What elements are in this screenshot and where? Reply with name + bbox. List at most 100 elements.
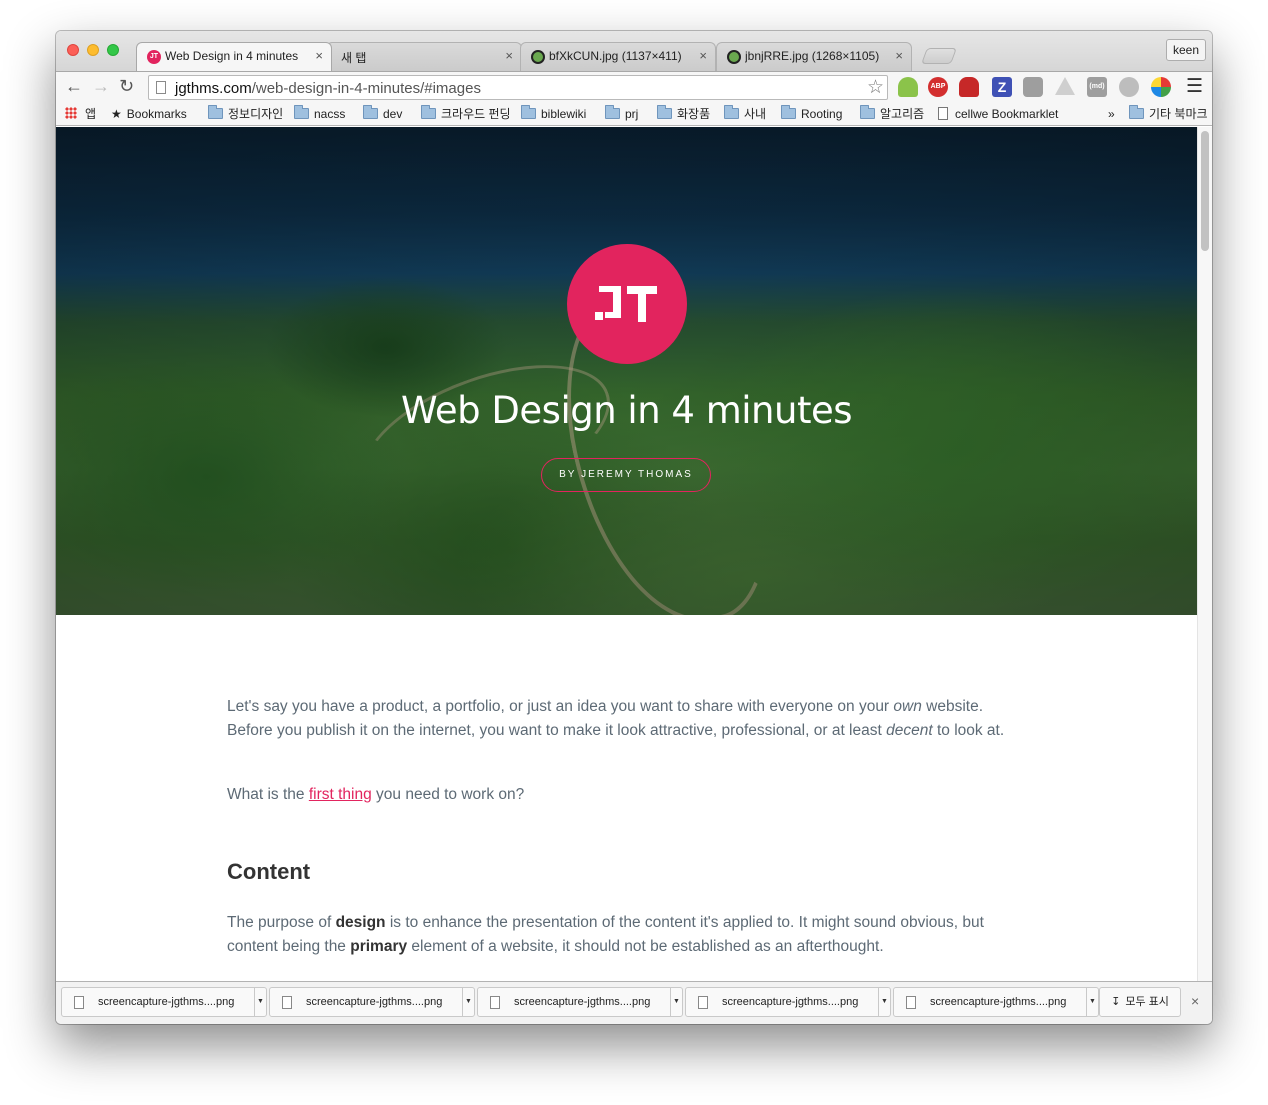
folder-icon bbox=[363, 105, 378, 119]
folder-icon bbox=[724, 105, 739, 119]
close-tab-icon[interactable]: × bbox=[699, 48, 707, 63]
jt-logo[interactable] bbox=[567, 244, 687, 364]
download-filename: screencapture-jgthms....png bbox=[514, 996, 651, 1008]
download-item[interactable]: screencapture-jgthms....png ▼ bbox=[61, 987, 267, 1017]
first-thing-link[interactable]: first thing bbox=[309, 786, 372, 803]
folder-icon bbox=[657, 105, 672, 119]
bookmark-folder[interactable]: 화장품 bbox=[657, 105, 710, 122]
download-icon: ↧ bbox=[1111, 996, 1121, 1008]
close-shelf-icon[interactable]: × bbox=[1191, 993, 1199, 1009]
tab-jbnjrre[interactable]: jbnjRRE.jpg (1268×1105) × bbox=[716, 42, 912, 71]
bookmark-bookmarks[interactable]: ★ Bookmarks bbox=[111, 106, 187, 122]
file-icon bbox=[74, 996, 84, 1009]
bookmark-folder[interactable]: biblewiki bbox=[521, 105, 586, 122]
android-icon[interactable] bbox=[898, 77, 918, 97]
page-icon bbox=[156, 81, 166, 94]
bookmark-apps[interactable]: 앱 bbox=[65, 106, 96, 122]
jt-favicon-icon: JT bbox=[147, 50, 161, 64]
bookmark-folder[interactable]: Rooting bbox=[781, 105, 842, 122]
author-byline-button[interactable]: BY JEREMY THOMAS bbox=[541, 458, 711, 492]
download-item[interactable]: screencapture-jgthms....png ▼ bbox=[685, 987, 891, 1017]
folder-icon bbox=[1129, 105, 1144, 119]
dropdown-caret-icon[interactable]: ▼ bbox=[254, 988, 266, 1016]
back-arrow-icon[interactable]: ← bbox=[65, 76, 83, 97]
folder-icon bbox=[605, 105, 620, 119]
z-icon[interactable]: Z bbox=[992, 77, 1012, 97]
file-icon bbox=[282, 996, 292, 1009]
file-icon bbox=[698, 996, 708, 1009]
apps-grid-icon bbox=[65, 107, 77, 119]
forward-arrow-icon[interactable]: → bbox=[92, 76, 110, 97]
image-favicon-icon bbox=[727, 50, 741, 64]
tab-new-tab[interactable]: 새 탭 × bbox=[326, 42, 522, 71]
sofa-icon[interactable] bbox=[959, 77, 979, 97]
bookmark-folder[interactable]: 정보디자인 bbox=[208, 105, 283, 122]
file-icon bbox=[490, 996, 500, 1009]
reload-icon[interactable]: ↻ bbox=[119, 76, 134, 97]
bookmark-folder[interactable]: 크라우드 펀딩 bbox=[421, 105, 511, 122]
bookmark-folder[interactable]: nacss bbox=[294, 105, 345, 122]
image-favicon-icon bbox=[531, 50, 545, 64]
folder-icon bbox=[521, 105, 536, 119]
download-filename: screencapture-jgthms....png bbox=[930, 996, 1067, 1008]
minimize-window-button[interactable] bbox=[87, 44, 99, 56]
tab-title: bfXkCUN.jpg (1137×411) bbox=[549, 49, 682, 63]
bookmark-folder[interactable]: prj bbox=[605, 105, 638, 122]
dropdown-caret-icon[interactable]: ▼ bbox=[670, 988, 682, 1016]
show-all-downloads-button[interactable]: ↧ 모두 표시 bbox=[1099, 987, 1181, 1017]
dropdown-caret-icon[interactable]: ▼ bbox=[1086, 988, 1098, 1016]
download-filename: screencapture-jgthms....png bbox=[722, 996, 859, 1008]
dropdown-caret-icon[interactable]: ▼ bbox=[878, 988, 890, 1016]
file-icon bbox=[906, 996, 916, 1009]
tab-title: Web Design in 4 minutes bbox=[165, 49, 299, 63]
bookmark-folder[interactable]: dev bbox=[363, 105, 402, 122]
tab-title: 새 탭 bbox=[341, 51, 367, 65]
page-viewport: Web Design in 4 minutes BY JEREMY THOMAS… bbox=[56, 127, 1197, 981]
browser-window: JT Web Design in 4 minutes × 새 탭 × bfXkC… bbox=[56, 31, 1212, 1024]
close-tab-icon[interactable]: × bbox=[895, 48, 903, 63]
maximize-window-button[interactable] bbox=[107, 44, 119, 56]
pinwheel-icon[interactable] bbox=[1151, 77, 1171, 97]
download-item[interactable]: screencapture-jgthms....png ▼ bbox=[893, 987, 1099, 1017]
jt-logo-mark bbox=[595, 286, 657, 322]
folder-icon bbox=[781, 105, 796, 119]
download-filename: screencapture-jgthms....png bbox=[98, 996, 235, 1008]
scrollbar-thumb[interactable] bbox=[1201, 131, 1209, 251]
bookmarks-overflow[interactable]: » bbox=[1108, 106, 1115, 122]
folder-icon bbox=[208, 105, 223, 119]
section-heading: Content bbox=[227, 859, 311, 884]
dropdown-caret-icon[interactable]: ▼ bbox=[462, 988, 474, 1016]
camera-icon[interactable] bbox=[1023, 77, 1043, 97]
folder-icon bbox=[421, 105, 436, 119]
bookmarks-bar: 앱 ★ Bookmarks 정보디자인 nacss dev 크라우드 펀딩 bib… bbox=[56, 103, 1212, 126]
download-item[interactable]: screencapture-jgthms....png ▼ bbox=[477, 987, 683, 1017]
tab-web-design[interactable]: JT Web Design in 4 minutes × bbox=[136, 42, 332, 71]
bookmark-other[interactable]: 기타 북마크 bbox=[1129, 105, 1208, 122]
intro-paragraph: Let's say you have a product, a portfoli… bbox=[227, 698, 1005, 739]
new-tab-button[interactable] bbox=[921, 48, 957, 64]
tab-strip: JT Web Design in 4 minutes × 새 탭 × bfXkC… bbox=[56, 31, 1212, 71]
page-title: Web Design in 4 minutes bbox=[401, 389, 853, 432]
abp-icon[interactable]: ABP bbox=[928, 77, 948, 97]
folder-icon bbox=[294, 105, 309, 119]
bookmark-folder[interactable]: 사내 bbox=[724, 105, 766, 122]
hero-shade bbox=[56, 127, 1197, 615]
url-text[interactable]: jgthms.com/web-design-in-4-minutes/#imag… bbox=[175, 80, 481, 97]
download-item[interactable]: screencapture-jgthms....png ▼ bbox=[269, 987, 475, 1017]
drive-icon[interactable] bbox=[1055, 77, 1075, 95]
close-window-button[interactable] bbox=[67, 44, 79, 56]
menu-icon[interactable]: ☰ bbox=[1186, 75, 1203, 98]
close-tab-icon[interactable]: × bbox=[315, 48, 323, 63]
download-shelf: screencapture-jgthms....png ▼ screencapt… bbox=[56, 981, 1212, 1024]
address-bar[interactable]: jgthms.com/web-design-in-4-minutes/#imag… bbox=[148, 75, 888, 100]
face-icon[interactable] bbox=[1119, 77, 1139, 97]
bookmark-star-icon[interactable]: ☆ bbox=[867, 76, 884, 99]
bookmark-folder[interactable]: 알고리즘 bbox=[860, 105, 924, 122]
question-paragraph: What is the first thing you need to work… bbox=[227, 786, 525, 803]
bookmark-page[interactable]: cellwe Bookmarklet bbox=[938, 106, 1058, 122]
close-tab-icon[interactable]: × bbox=[505, 48, 513, 63]
profile-button[interactable]: keen bbox=[1165, 39, 1206, 61]
tab-bfxkcun[interactable]: bfXkCUN.jpg (1137×411) × bbox=[520, 42, 716, 71]
scrollbar[interactable] bbox=[1197, 127, 1212, 981]
md-icon[interactable]: (md) bbox=[1087, 77, 1107, 97]
